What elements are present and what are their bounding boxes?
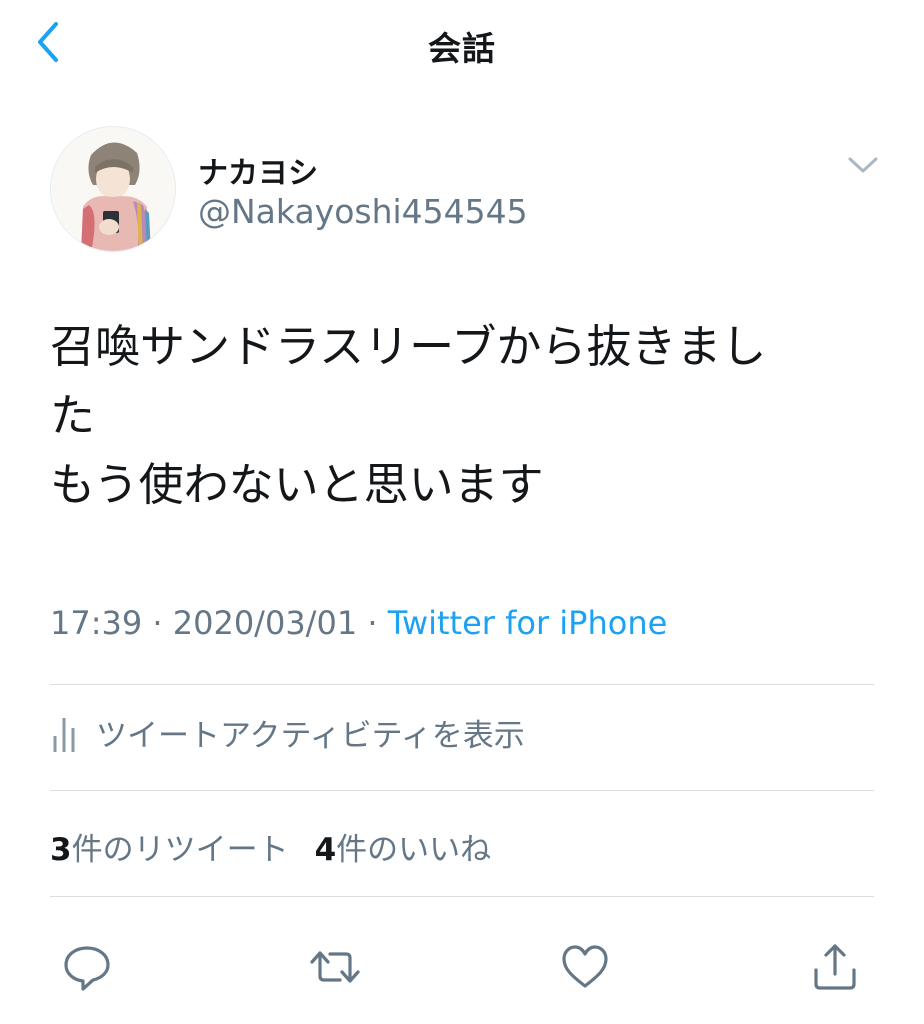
share-button[interactable] — [808, 940, 862, 994]
divider — [50, 896, 874, 897]
like-count: 4 — [314, 832, 337, 868]
tweet-time: 17:39 — [50, 604, 143, 642]
tweet-activity-link[interactable]: ツイートアクティビティを表示 — [50, 710, 525, 754]
retweet-button[interactable] — [308, 940, 362, 994]
avatar-illustration — [51, 127, 175, 251]
tweet-metadata: 17:39 · 2020/03/01 · Twitter for iPhone — [50, 604, 667, 642]
chevron-down-icon — [848, 157, 878, 173]
tweet-text: 召喚サンドラスリーブから抜きまし た もう使わないと思います — [50, 312, 880, 519]
page-title: 会話 — [428, 29, 496, 68]
reply-icon — [64, 946, 110, 991]
retweet-label: 件のリツイート — [71, 832, 289, 868]
author-handle[interactable]: @Nakayoshi454545 — [198, 192, 528, 231]
like-label: 件のいいね — [336, 832, 492, 868]
divider — [50, 684, 874, 685]
tweet-text-line: 召喚サンドラスリーブから抜きまし — [50, 320, 767, 373]
reply-button[interactable] — [60, 940, 114, 994]
retweet-icon — [310, 951, 360, 983]
like-stat[interactable]: 4件のいいね — [315, 832, 492, 868]
meta-separator: · — [142, 604, 173, 642]
share-icon — [814, 944, 856, 990]
more-options-button[interactable] — [846, 152, 880, 178]
retweet-count: 3 — [50, 832, 72, 868]
avatar[interactable] — [50, 126, 176, 252]
like-icon — [562, 945, 608, 988]
retweet-stat[interactable]: 3件のリツイート — [50, 832, 289, 868]
bar-chart-icon — [53, 718, 75, 752]
author-display-name[interactable]: ナカヨシ — [198, 148, 318, 192]
navigation-bar: 会話 — [0, 0, 924, 90]
tweet-text-line: もう使わないと思います — [50, 458, 544, 511]
tweet-text-line: た — [50, 389, 96, 442]
meta-separator: · — [357, 604, 388, 642]
tweet-date: 2020/03/01 — [172, 604, 358, 642]
like-button[interactable] — [558, 940, 612, 994]
divider — [50, 790, 874, 791]
tweet-source-link[interactable]: Twitter for iPhone — [388, 604, 668, 642]
tweet-activity-label: ツイートアクティビティを表示 — [96, 717, 525, 754]
tweet-stats: 3件のリツイート 4件のいいね — [50, 824, 491, 869]
